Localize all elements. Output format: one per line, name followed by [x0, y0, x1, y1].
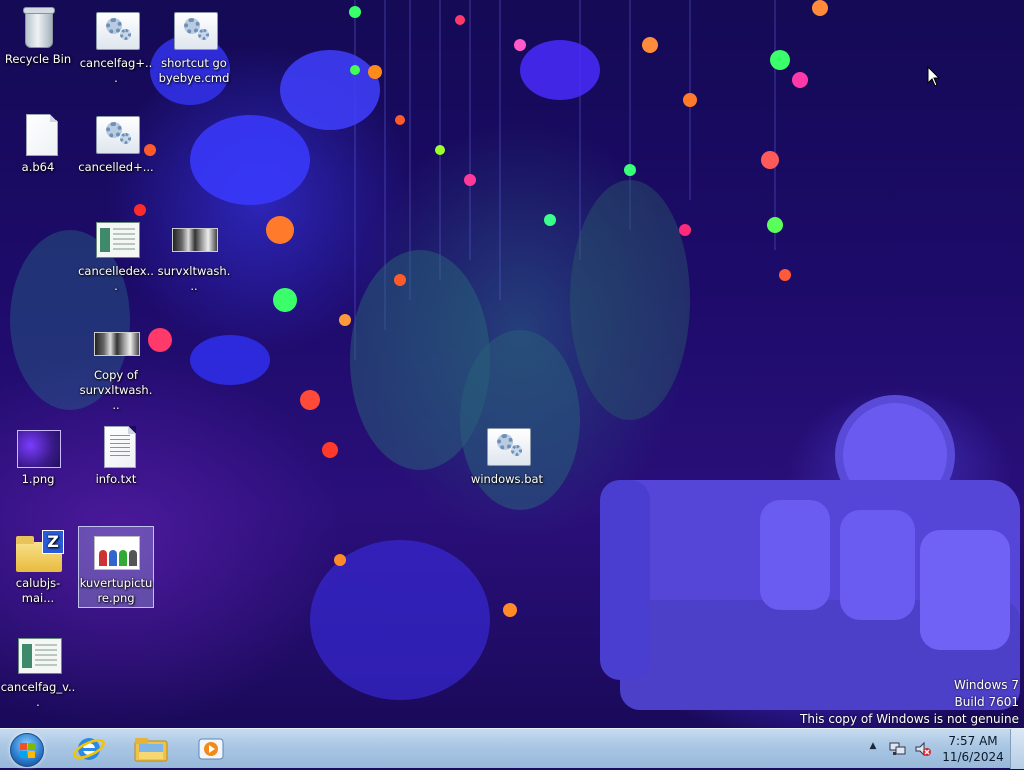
watermark-os-name: Windows 7 — [953, 678, 1019, 692]
desktop-icon-label: cancelfag+... — [79, 56, 153, 85]
desktop-icon-info-txt[interactable]: info.txt — [78, 426, 154, 487]
mouse-cursor-icon — [927, 66, 941, 87]
taskbar-media-player-button[interactable] — [184, 731, 238, 767]
desktop-icon-label: kuvertupicture.png — [79, 576, 153, 605]
watermark-build: Build 7601 — [954, 695, 1019, 709]
show-hidden-icons-button[interactable]: ▲ — [868, 741, 878, 755]
png-image-icon — [14, 426, 62, 470]
desktop-icon-label: Recycle Bin — [4, 52, 72, 66]
desktop-icon-cancelledex[interactable]: cancelledex... — [78, 218, 154, 294]
batch-file-icon — [92, 10, 140, 54]
windows-genuine-watermark: Windows 7 Build 7601 This copy of Window… — [800, 677, 1019, 728]
application-icon — [14, 634, 62, 678]
taskbar-explorer-button[interactable] — [124, 731, 178, 767]
taskbar-clock[interactable]: 7:57 AM 11/6/2024 — [940, 733, 1006, 765]
desktop-icon-recycle-bin[interactable]: Recycle Bin — [0, 6, 76, 67]
watermark-not-genuine: This copy of Windows is not genuine — [800, 712, 1019, 726]
recycle-bin-icon — [14, 6, 62, 50]
batch-file-icon — [92, 114, 140, 158]
desktop-icon-a-b64[interactable]: a.b64 — [0, 114, 76, 175]
blank-file-icon — [14, 114, 62, 158]
file-explorer-icon — [134, 738, 168, 762]
start-button[interactable] — [4, 730, 48, 768]
desktop-icon-label: shortcut go byebye.cmd — [158, 56, 230, 85]
desktop-icon-calubjs[interactable]: Z calubjs-mai... — [0, 530, 76, 606]
taskbar-internet-explorer-button[interactable] — [62, 731, 116, 767]
desktop-icon-cancelled[interactable]: cancelled+... — [78, 114, 154, 175]
desktop-icon-label: a.b64 — [21, 160, 55, 174]
desktop-icon-label: Copy of survxltwash... — [79, 368, 153, 412]
desktop-icon-label: windows.bat — [470, 472, 544, 486]
desktop-icon-label: calubjs-mai... — [15, 576, 61, 605]
desktop-icon-1-png[interactable]: 1.png — [0, 426, 76, 487]
image-thumbnail-icon — [92, 322, 140, 366]
text-file-icon — [92, 426, 140, 470]
internet-explorer-icon — [73, 738, 105, 760]
clock-date: 11/6/2024 — [942, 750, 1004, 764]
desktop-icon-label: 1.png — [21, 472, 55, 486]
media-player-icon — [198, 738, 224, 760]
clock-time: 7:57 AM — [948, 734, 998, 748]
taskbar: ▲ 7:57 AM 11/6/2024 — [0, 728, 1024, 769]
desktop-icon-kuvertupicture[interactable]: kuvertupicture.png — [78, 526, 154, 608]
desktop-icon-shortcut-go-byebye[interactable]: shortcut go byebye.cmd — [156, 10, 232, 86]
application-icon — [92, 218, 140, 262]
desktop-icon-copy-of-survxltwash[interactable]: Copy of survxltwash... — [78, 322, 154, 413]
network-icon[interactable] — [889, 741, 907, 757]
show-desktop-button[interactable] — [1010, 729, 1024, 769]
desktop-icon-cancelfag[interactable]: cancelfag+... — [78, 10, 154, 86]
desktop-icon-label: cancelledex... — [78, 264, 154, 293]
desktop-icon-label: cancelled+... — [78, 160, 154, 174]
desktop-icon-label: survxltwash... — [157, 264, 231, 293]
volume-muted-icon[interactable] — [914, 741, 932, 757]
batch-file-icon — [170, 10, 218, 54]
batch-file-icon — [483, 426, 531, 470]
windows-start-orb-icon — [10, 733, 44, 767]
desktop-icon-windows-bat[interactable]: windows.bat — [469, 426, 545, 487]
image-thumbnail-icon — [170, 218, 218, 262]
desktop-icon-survxltwash[interactable]: survxltwash... — [156, 218, 232, 294]
desktop-icon-cancelfag-v[interactable]: cancelfag_v... — [0, 634, 76, 710]
zipped-folder-icon: Z — [14, 530, 64, 574]
desktop-icon-label: info.txt — [95, 472, 137, 486]
desktop-icon-label: cancelfag_v... — [0, 680, 76, 709]
png-image-icon — [92, 530, 140, 574]
